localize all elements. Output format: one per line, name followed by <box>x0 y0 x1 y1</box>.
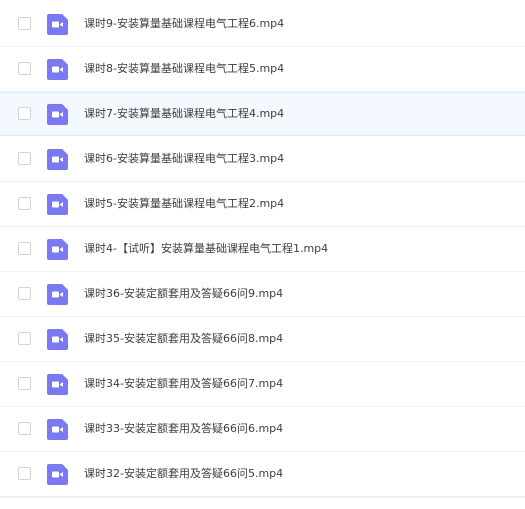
file-row[interactable]: 课时6-安装算量基础课程电气工程3.mp4 <box>0 138 525 182</box>
video-file-icon <box>47 464 68 485</box>
file-name[interactable]: 课时5-安装算量基础课程电气工程2.mp4 <box>84 196 284 212</box>
row-checkbox[interactable] <box>18 332 31 345</box>
row-checkbox[interactable] <box>18 107 31 120</box>
file-row[interactable]: 课时32-安装定额套用及答疑66问5.mp4 <box>0 453 525 497</box>
file-row[interactable]: 课时36-安装定额套用及答疑66问9.mp4 <box>0 273 525 317</box>
video-file-icon <box>47 239 68 260</box>
file-name[interactable]: 课时6-安装算量基础课程电气工程3.mp4 <box>84 151 284 167</box>
row-checkbox[interactable] <box>18 467 31 480</box>
video-file-icon <box>47 149 68 170</box>
row-checkbox[interactable] <box>18 152 31 165</box>
video-file-icon <box>47 329 68 350</box>
video-file-icon <box>47 14 68 35</box>
file-name[interactable]: 课时32-安装定额套用及答疑66问5.mp4 <box>84 466 283 482</box>
row-checkbox[interactable] <box>18 17 31 30</box>
video-file-icon <box>47 194 68 215</box>
row-checkbox[interactable] <box>18 287 31 300</box>
video-file-icon <box>47 59 68 80</box>
row-checkbox[interactable] <box>18 422 31 435</box>
file-name[interactable]: 课时4-【试听】安装算量基础课程电气工程1.mp4 <box>84 241 328 257</box>
row-checkbox[interactable] <box>18 62 31 75</box>
list-divider <box>0 497 525 509</box>
file-name[interactable]: 课时35-安装定额套用及答疑66问8.mp4 <box>84 331 283 347</box>
file-row[interactable]: 课时34-安装定额套用及答疑66问7.mp4 <box>0 363 525 407</box>
file-name[interactable]: 课时8-安装算量基础课程电气工程5.mp4 <box>84 61 284 77</box>
file-row[interactable]: 课时35-安装定额套用及答疑66问8.mp4 <box>0 318 525 362</box>
file-name[interactable]: 课时7-安装算量基础课程电气工程4.mp4 <box>84 106 284 122</box>
video-file-icon <box>47 419 68 440</box>
video-file-icon <box>47 104 68 125</box>
file-row-hovered[interactable]: 课时7-安装算量基础课程电气工程4.mp4 <box>0 92 525 136</box>
row-checkbox[interactable] <box>18 197 31 210</box>
row-checkbox[interactable] <box>18 377 31 390</box>
file-name[interactable]: 课时36-安装定额套用及答疑66问9.mp4 <box>84 286 283 302</box>
file-name[interactable]: 课时33-安装定额套用及答疑66问6.mp4 <box>84 421 283 437</box>
file-name[interactable]: 课时34-安装定额套用及答疑66问7.mp4 <box>84 376 283 392</box>
file-row[interactable]: 课时5-安装算量基础课程电气工程2.mp4 <box>0 183 525 227</box>
file-name[interactable]: 课时9-安装算量基础课程电气工程6.mp4 <box>84 16 284 32</box>
file-row[interactable]: 课时4-【试听】安装算量基础课程电气工程1.mp4 <box>0 228 525 272</box>
file-row[interactable]: 课时9-安装算量基础课程电气工程6.mp4 <box>0 3 525 47</box>
file-row[interactable]: 课时8-安装算量基础课程电气工程5.mp4 <box>0 48 525 92</box>
row-checkbox[interactable] <box>18 242 31 255</box>
file-row[interactable]: 课时33-安装定额套用及答疑66问6.mp4 <box>0 408 525 452</box>
video-file-icon <box>47 374 68 395</box>
file-list: 课时9-安装算量基础课程电气工程6.mp4 课时8-安装算量基础课程电气工程5.… <box>0 0 525 509</box>
video-file-icon <box>47 284 68 305</box>
